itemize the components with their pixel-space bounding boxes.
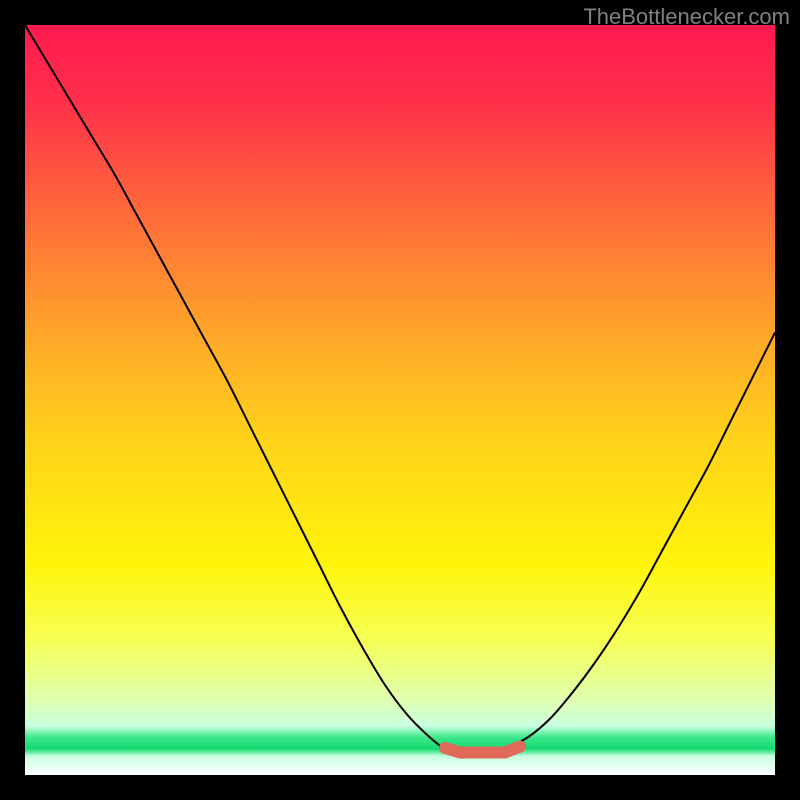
chart-background (25, 25, 775, 775)
chart-container: TheBottlenecker.com (0, 0, 800, 800)
chart-plot (25, 25, 775, 775)
marker-band (445, 747, 520, 753)
marker-band-path (445, 747, 520, 753)
